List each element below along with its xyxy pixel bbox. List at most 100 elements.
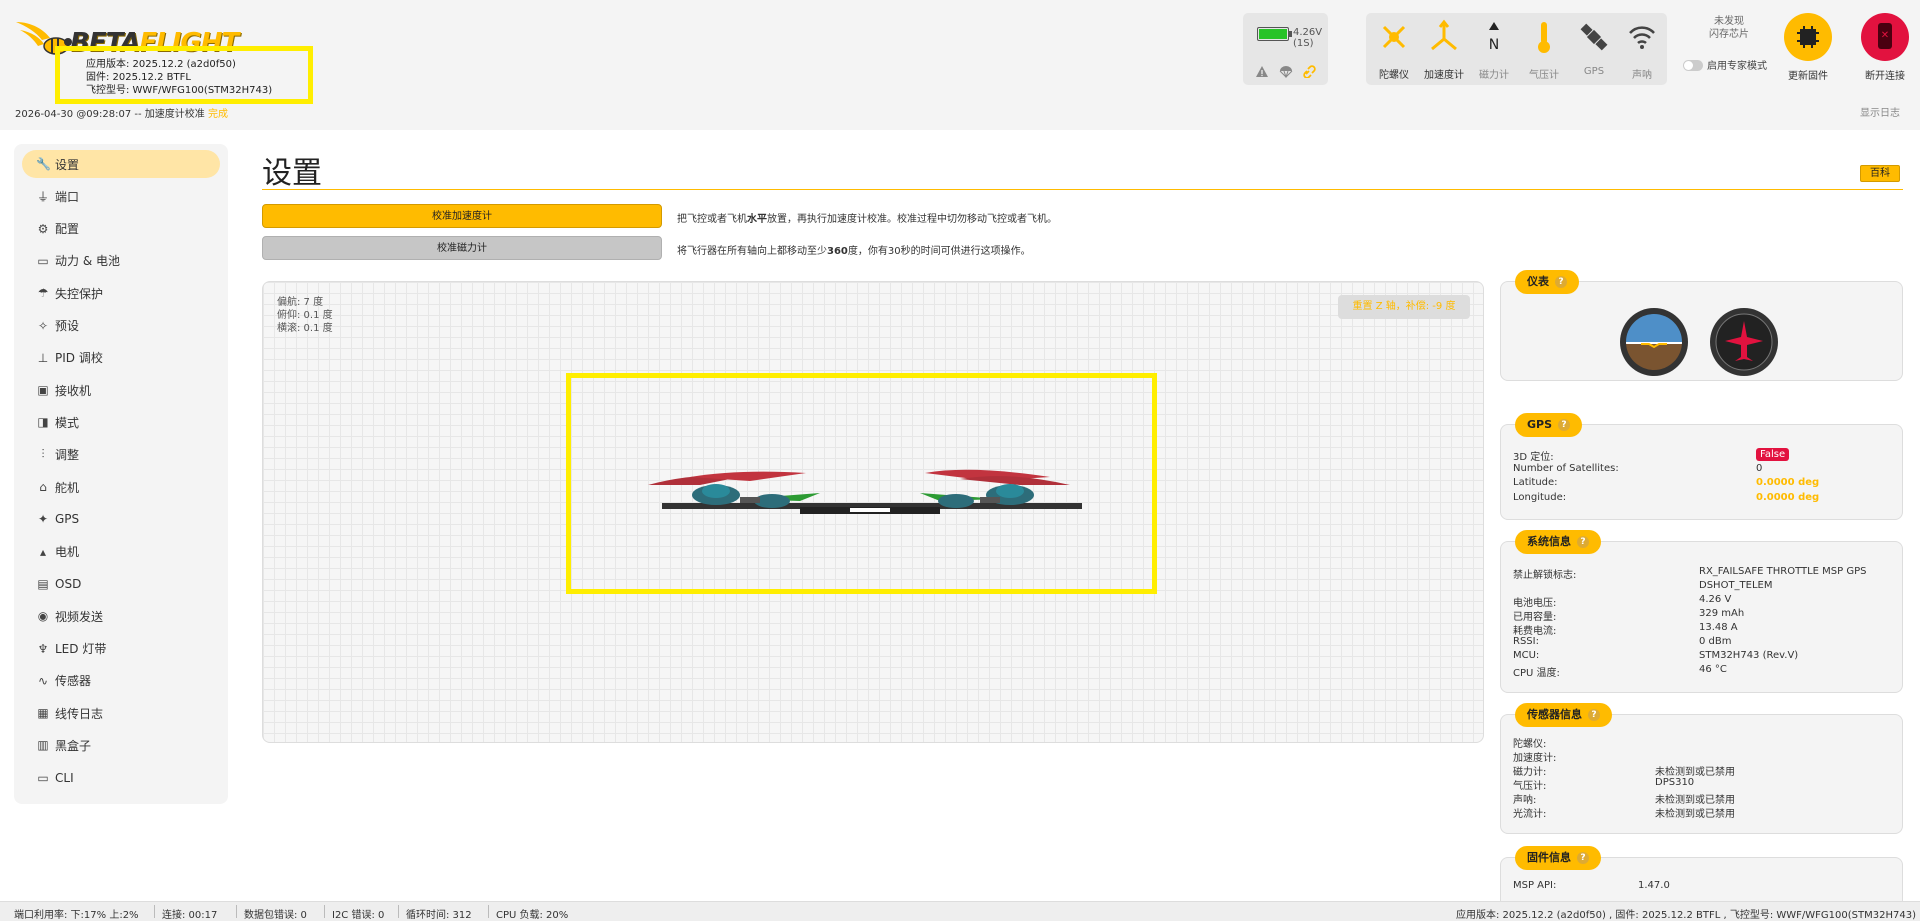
wiki-button[interactable]: 百科 xyxy=(1860,165,1900,182)
sidebar-item-label: 模式 xyxy=(55,415,80,430)
port-utilization: 端口利用率: 下:17% 上:2% xyxy=(14,910,139,921)
sensor-mag: N 磁力计 xyxy=(1469,19,1519,81)
sidebar-item-label: OSD xyxy=(55,576,82,591)
firmware-info-panel: 固件信息? MSP API: 1.47.0 xyxy=(1500,846,1903,901)
sidebar-item-17[interactable]: ▦ 线传日志 xyxy=(22,699,220,727)
sidebar-item-label: 配置 xyxy=(55,222,80,237)
info-value: 未检测到或已禁用 xyxy=(1655,795,1735,806)
osd-icon: ▤ xyxy=(37,576,49,591)
yaw-value: 偏航: 7 度 xyxy=(277,297,324,308)
sidebar-item-7[interactable]: ▣ 接收机 xyxy=(22,376,220,404)
blackbox-icon: ▥ xyxy=(37,738,49,753)
roll-value: 横滚: 0.1 度 xyxy=(277,323,333,334)
sidebar-item-label: 线传日志 xyxy=(55,706,104,721)
battery-icon xyxy=(1257,27,1292,41)
sidebar-item-0[interactable]: 🔧 设置 xyxy=(22,150,220,178)
info-key: Latitude: xyxy=(1513,477,1558,488)
sensor-baro: 气压计 xyxy=(1519,19,1569,81)
usb-plug-icon: ✕ xyxy=(1878,23,1892,49)
servo-icon: ⌂ xyxy=(39,480,47,494)
sidebar-nav: 🔧 设置 ⏚ 端口 ⚙ 配置 ▭ 动力 & 电池 ☂ 失控保护 ✧ 预设 ⊥ PID 调校 ▣ 接收机 ◨ 模式 ⫶… xyxy=(14,144,228,804)
sidebar-item-label: PID 调校 xyxy=(55,351,103,366)
flash-line2: 闪存芯片 xyxy=(1709,29,1749,40)
disconnect-button[interactable]: ✕ 断开连接 xyxy=(1855,13,1915,82)
heading-indicator xyxy=(1710,308,1778,376)
toggle-icon: ◨ xyxy=(37,415,49,430)
sidebar-item-13[interactable]: ▤ OSD xyxy=(22,570,220,598)
info-key: 电池电压: xyxy=(1513,598,1557,609)
sidebar-item-15[interactable]: ♆ LED 灯带 xyxy=(22,635,220,663)
sidebar-item-18[interactable]: ▥ 黑盒子 xyxy=(22,731,220,759)
info-value: 0 xyxy=(1756,462,1763,474)
sidebar-item-3[interactable]: ▭ 动力 & 电池 xyxy=(22,247,220,275)
sidebar-item-6[interactable]: ⊥ PID 调校 xyxy=(22,344,220,372)
attitude-indicator xyxy=(1620,308,1688,376)
sidebar-item-label: 设置 xyxy=(55,157,80,172)
gear-icon: ⚙ xyxy=(37,221,49,236)
quadcopter-model xyxy=(648,469,1082,514)
info-key: 已用容量: xyxy=(1513,612,1557,623)
tether-icon: ▦ xyxy=(37,706,49,721)
mag-icon: N xyxy=(1489,22,1499,53)
sensor-gyro: 陀螺仪 xyxy=(1369,19,1419,81)
info-value: 46 °C xyxy=(1699,664,1727,675)
show-log-link[interactable]: 显示日志 xyxy=(1860,104,1900,119)
sidebar-item-9[interactable]: ⫶ 调整 xyxy=(22,441,220,469)
sidebar-item-16[interactable]: ∿ 传感器 xyxy=(22,667,220,695)
top-header: BETAFLIGHT 应用版本: 2025.12.2 (a2d0f50) 固件:… xyxy=(0,0,1920,130)
update-firmware-button[interactable]: 更新固件 xyxy=(1778,13,1838,82)
system-info-title: 系统信息? xyxy=(1515,530,1601,554)
magic-wand-icon: ✧ xyxy=(37,318,49,333)
sidebar-item-11[interactable]: ✦ GPS xyxy=(22,505,220,533)
info-key: 光流计: xyxy=(1513,809,1547,820)
sonar-wifi-icon xyxy=(1629,26,1655,49)
pulse-icon: ∿ xyxy=(37,673,49,688)
chip-icon xyxy=(1797,26,1819,48)
sidebar-item-label: 接收机 xyxy=(55,383,92,398)
calibrate-mag-description: 将飞行器在所有轴向上都移动至少360度，你有30秒的时间可供进行这项操作。 xyxy=(677,246,1031,257)
gps-satellite-icon xyxy=(1580,23,1608,51)
calibrate-magnetometer-button[interactable]: 校准磁力计 xyxy=(262,236,662,260)
info-key: MCU: xyxy=(1513,650,1540,661)
sidebar-item-1[interactable]: ⏚ 端口 xyxy=(22,182,220,210)
baro-thermometer-icon xyxy=(1538,22,1550,53)
info-key: CPU 温度: xyxy=(1513,668,1560,679)
status-bar: 端口利用率: 下:17% 上:2% 连接: 00:17 数据包错误: 0 I2C… xyxy=(0,901,1920,921)
calibrate-accelerometer-button[interactable]: 校准加速度计 xyxy=(262,204,662,228)
instruments-title: 仪表? xyxy=(1515,270,1579,294)
info-key: 3D 定位: xyxy=(1513,452,1554,463)
sidebar-item-10[interactable]: ⌂ 舵机 xyxy=(22,473,220,501)
wrench-icon: 🔧 xyxy=(36,157,51,171)
info-key: MSP API: xyxy=(1513,880,1557,891)
toggle-switch[interactable] xyxy=(1683,60,1703,71)
info-value: 未检测到或已禁用 xyxy=(1655,809,1735,820)
pitch-value: 俯仰: 0.1 度 xyxy=(277,310,333,321)
satellite-icon: ✦ xyxy=(37,512,49,527)
sidebar-item-label: 失控保护 xyxy=(55,286,104,301)
sidebar-item-12[interactable]: ▴ 电机 xyxy=(22,538,220,566)
expert-mode-toggle[interactable]: 启用专家模式 xyxy=(1683,57,1767,72)
plug-icon: ⏚ xyxy=(36,189,49,204)
sidebar-item-2[interactable]: ⚙ 配置 xyxy=(22,215,220,243)
i2c-errors: I2C 错误: 0 xyxy=(332,910,385,921)
arming-flags-key: 禁止解锁标志: xyxy=(1513,570,1577,581)
sidebar-item-19[interactable]: ▭ CLI xyxy=(22,764,220,792)
sidebar-item-4[interactable]: ☂ 失控保护 xyxy=(22,279,220,307)
status-text: 2026-04-30 @09:28:07 -- 加速度计校准 xyxy=(15,109,205,120)
info-value: False xyxy=(1756,448,1790,461)
connection-time: 连接: 00:17 xyxy=(162,910,218,921)
info-value: 0 dBm xyxy=(1699,636,1732,647)
sidebar-item-14[interactable]: ◉ 视频发送 xyxy=(22,602,220,630)
sidebar-item-label: 调整 xyxy=(55,448,80,463)
reset-z-axis-button[interactable]: 重置 Z 轴，补偿: -9 度 xyxy=(1338,295,1470,319)
broadcast-icon: ◉ xyxy=(37,609,49,624)
cpu-load: CPU 负载: 20% xyxy=(496,910,569,921)
arming-flags-value-2: DSHOT_TELEM xyxy=(1699,580,1773,591)
highlight-box-versions xyxy=(55,46,313,104)
sidebar-item-5[interactable]: ✧ 预设 xyxy=(22,312,220,340)
flash-chip-status: 未发现 闪存芯片 xyxy=(1690,15,1768,41)
battery-voltage: 4.26V (1S) xyxy=(1293,27,1323,49)
accel-icon xyxy=(1431,19,1457,51)
sidebar-item-8[interactable]: ◨ 模式 xyxy=(22,408,220,436)
sensor-accel: 加速度计 xyxy=(1419,19,1469,81)
